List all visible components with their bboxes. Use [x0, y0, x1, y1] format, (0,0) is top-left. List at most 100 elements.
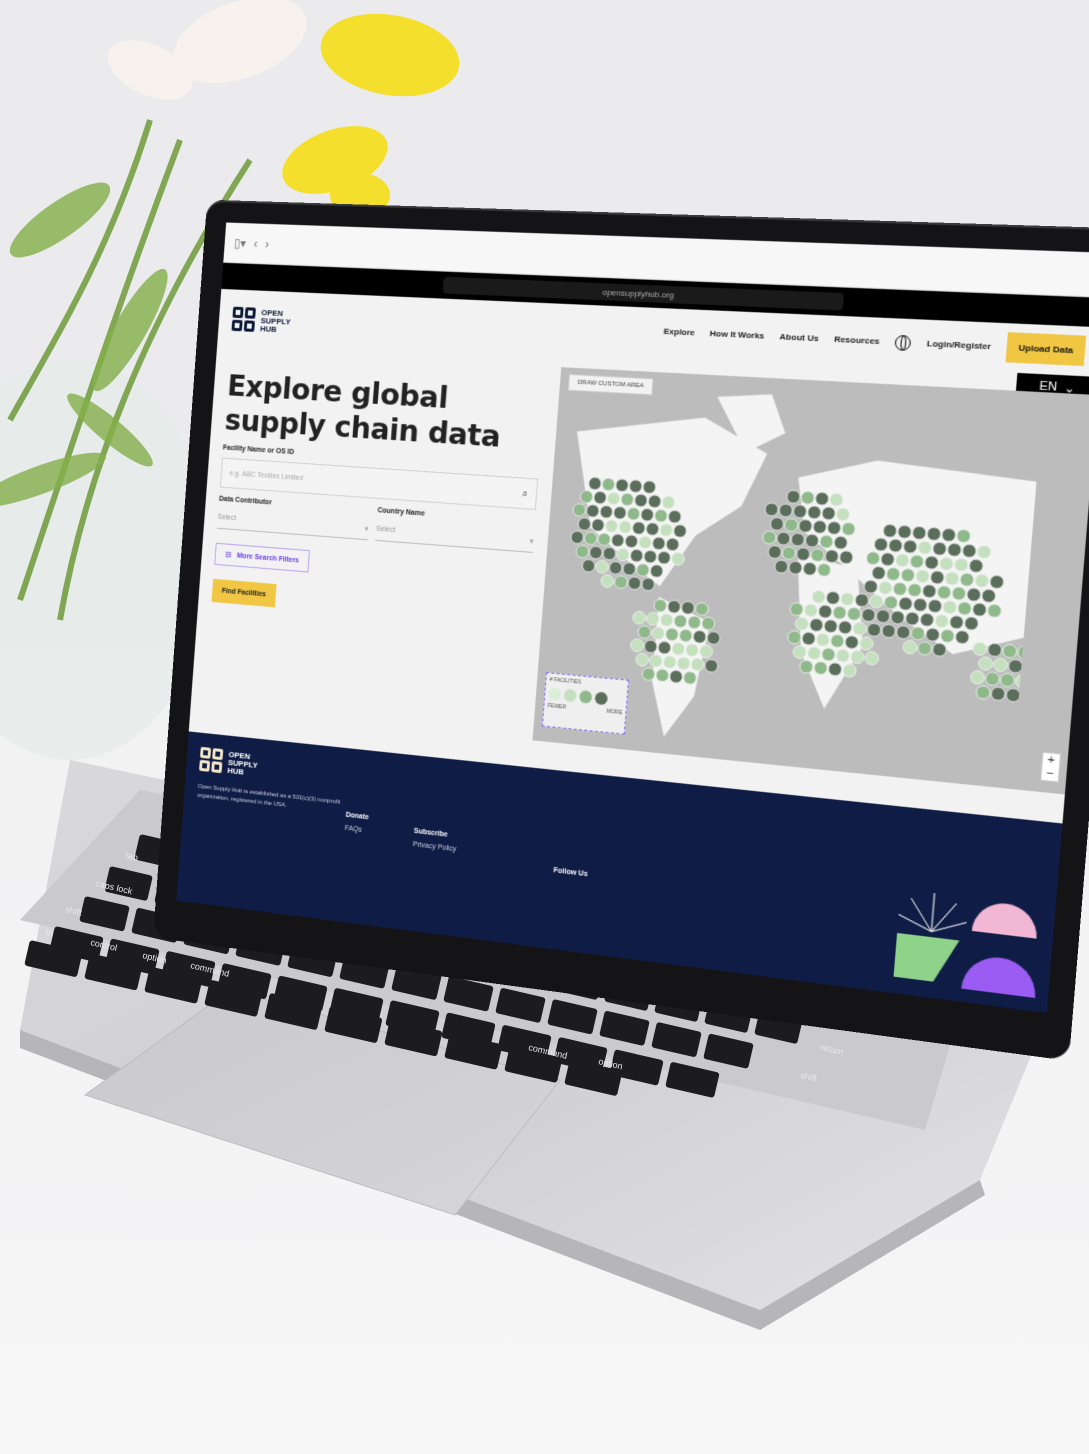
facility-cluster-dot[interactable] — [989, 575, 1004, 589]
facility-cluster-dot[interactable] — [640, 508, 654, 522]
facility-cluster-dot[interactable] — [895, 553, 910, 567]
facility-cluster-dot[interactable] — [927, 527, 942, 541]
facility-cluster-dot[interactable] — [813, 520, 827, 534]
facility-cluster-dot[interactable] — [969, 559, 984, 573]
facility-cluster-dot[interactable] — [803, 562, 817, 576]
facility-cluster-dot[interactable] — [876, 609, 891, 623]
facility-cluster-dot[interactable] — [603, 547, 617, 561]
nav-about-us[interactable]: About Us — [779, 332, 819, 344]
back-icon[interactable]: ‹ — [253, 236, 258, 250]
facility-cluster-dot[interactable] — [903, 640, 918, 654]
facility-cluster-dot[interactable] — [1006, 688, 1021, 703]
facility-cluster-dot[interactable] — [774, 560, 788, 574]
upload-data-button[interactable]: Upload Data — [1005, 332, 1087, 367]
facility-cluster-dot[interactable] — [638, 536, 652, 550]
facility-cluster-dot[interactable] — [874, 537, 888, 551]
facility-cluster-dot[interactable] — [776, 532, 790, 546]
facility-cluster-dot[interactable] — [793, 504, 807, 518]
facility-cluster-dot[interactable] — [768, 545, 782, 559]
facility-cluster-dot[interactable] — [607, 492, 621, 506]
facility-cluster-dot[interactable] — [668, 510, 682, 524]
search-icon[interactable]: ⌕ — [522, 488, 529, 500]
facility-cluster-dot[interactable] — [580, 490, 593, 504]
facility-cluster-dot[interactable] — [970, 670, 985, 684]
facility-cluster-dot[interactable] — [947, 543, 962, 557]
facility-cluster-dot[interactable] — [987, 643, 1002, 657]
facility-cluster-dot[interactable] — [620, 493, 634, 507]
facility-cluster-dot[interactable] — [918, 541, 933, 555]
facility-cluster-dot[interactable] — [896, 625, 911, 639]
facility-cluster-dot[interactable] — [648, 495, 662, 509]
facility-cluster-dot[interactable] — [1017, 645, 1032, 660]
facility-cluster-dot[interactable] — [976, 685, 991, 700]
facility-cluster-dot[interactable] — [646, 522, 660, 536]
facility-cluster-dot[interactable] — [650, 564, 664, 578]
facility-cluster-dot[interactable] — [878, 581, 893, 595]
facility-cluster-dot[interactable] — [915, 569, 930, 583]
forward-icon[interactable]: › — [265, 237, 270, 251]
facility-cluster-dot[interactable] — [632, 611, 646, 625]
facility-cluster-dot[interactable] — [609, 561, 623, 575]
footer-donate-link[interactable]: Donate — [345, 812, 369, 822]
facility-cluster-dot[interactable] — [974, 574, 989, 588]
more-filters-button[interactable]: ☷ More Search Filters — [214, 542, 311, 573]
nav-login[interactable]: Login/Register — [927, 339, 992, 352]
facility-cluster-dot[interactable] — [939, 557, 954, 571]
facility-cluster-dot[interactable] — [985, 671, 1000, 686]
facility-cluster-dot[interactable] — [910, 554, 925, 568]
facility-cluster-dot[interactable] — [593, 491, 606, 505]
sidebar-toggle-icon[interactable]: ▯▾ — [234, 235, 247, 250]
zoom-out-button[interactable]: − — [1041, 766, 1058, 781]
facility-cluster-dot[interactable] — [765, 503, 779, 517]
facility-cluster-dot[interactable] — [625, 535, 639, 549]
facility-cluster-dot[interactable] — [602, 478, 616, 492]
facility-cluster-dot[interactable] — [930, 570, 945, 584]
facility-cluster-dot[interactable] — [801, 491, 815, 505]
facility-cluster-dot[interactable] — [597, 533, 610, 547]
facility-cluster-dot[interactable] — [956, 529, 971, 543]
facility-cluster-dot[interactable] — [1002, 644, 1017, 659]
facility-cluster-dot[interactable] — [635, 653, 649, 667]
facility-cluster-dot[interactable] — [584, 532, 597, 546]
facility-cluster-dot[interactable] — [589, 546, 602, 560]
facility-cluster-dot[interactable] — [810, 548, 824, 562]
facility-cluster-dot[interactable] — [861, 608, 875, 622]
facility-cluster-dot[interactable] — [1008, 659, 1023, 674]
facility-cluster-dot[interactable] — [632, 521, 646, 535]
facility-cluster-dot[interactable] — [638, 625, 652, 639]
facility-cluster-dot[interactable] — [657, 551, 671, 565]
facility-cluster-dot[interactable] — [618, 520, 632, 534]
facility-cluster-dot[interactable] — [841, 522, 855, 536]
facility-cluster-dot[interactable] — [787, 630, 801, 644]
facility-cluster-dot[interactable] — [834, 536, 848, 550]
facility-cluster-dot[interactable] — [798, 519, 812, 533]
facility-cluster-dot[interactable] — [901, 568, 916, 582]
facility-cluster-dot[interactable] — [880, 552, 895, 566]
facility-cluster-dot[interactable] — [576, 545, 589, 559]
facility-cluster-dot[interactable] — [600, 505, 614, 519]
facility-cluster-dot[interactable] — [629, 479, 643, 493]
facility-cluster-dot[interactable] — [695, 602, 709, 616]
facility-cluster-dot[interactable] — [605, 519, 619, 533]
facility-cluster-dot[interactable] — [993, 658, 1008, 673]
facility-cluster-dot[interactable] — [903, 540, 918, 554]
facility-cluster-dot[interactable] — [788, 561, 802, 575]
facility-cluster-dot[interactable] — [627, 507, 641, 521]
facility-cluster-dot[interactable] — [821, 506, 835, 520]
facility-cluster-dot[interactable] — [779, 503, 793, 517]
nav-explore[interactable]: Explore — [663, 326, 695, 337]
facility-cluster-dot[interactable] — [977, 545, 992, 559]
find-facilities-button[interactable]: Find Facilities — [211, 578, 277, 608]
facility-cluster-dot[interactable] — [827, 521, 841, 535]
facility-cluster-dot[interactable] — [829, 493, 843, 507]
facility-cluster-dot[interactable] — [888, 538, 903, 552]
facility-cluster-dot[interactable] — [1000, 673, 1015, 688]
facility-cluster-dot[interactable] — [628, 576, 642, 590]
facility-cluster-dot[interactable] — [819, 535, 833, 549]
facility-cluster-dot[interactable] — [932, 542, 947, 556]
facility-cluster-dot[interactable] — [591, 518, 604, 532]
facility-cluster-dot[interactable] — [666, 538, 680, 552]
facility-cluster-dot[interactable] — [907, 583, 922, 597]
facility-cluster-dot[interactable] — [867, 623, 881, 637]
facility-cluster-dot[interactable] — [588, 477, 601, 491]
